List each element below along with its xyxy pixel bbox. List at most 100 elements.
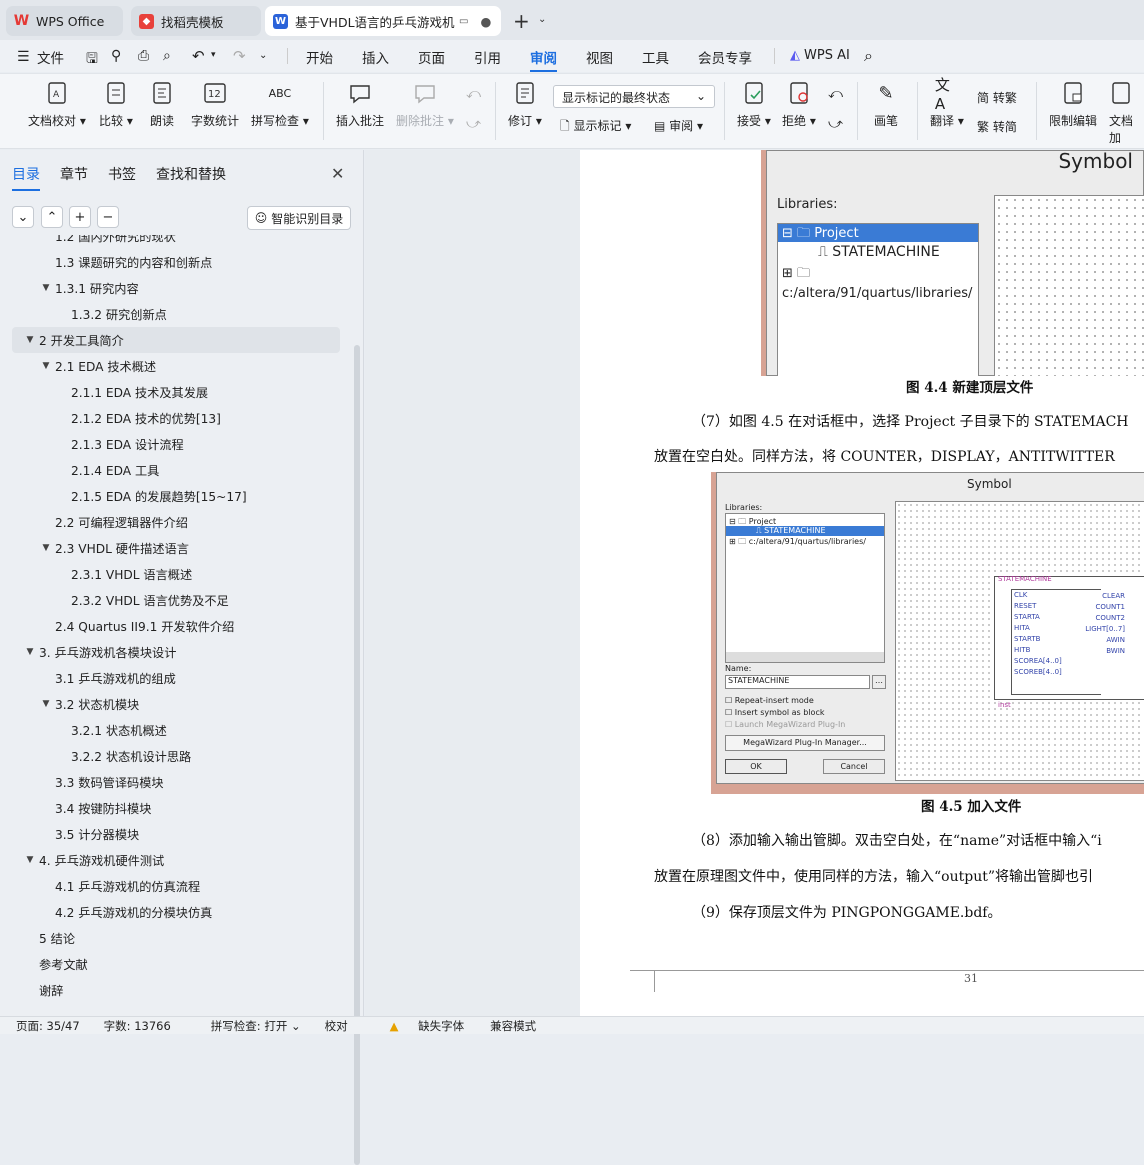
toc-item[interactable]: 3.4 按键防抖模块 bbox=[0, 795, 352, 821]
accept-button[interactable]: 接受 ▾ bbox=[737, 80, 771, 129]
cancel-button[interactable]: Cancel bbox=[823, 759, 885, 774]
toc-item[interactable]: 4.1 乒乓游戏机的仿真流程 bbox=[0, 873, 352, 899]
quick-access-chevron-icon[interactable]: ⌄ bbox=[259, 50, 267, 61]
collapse-up-button[interactable]: ⌃ bbox=[41, 206, 63, 228]
review-pane-button[interactable]: ▤ 审阅 ▾ bbox=[654, 117, 703, 134]
toc-item[interactable]: ▼ 4. 乒乓游戏机硬件测试 bbox=[0, 847, 352, 873]
doc-encrypt-button[interactable]: 文档加 bbox=[1109, 80, 1144, 146]
browse-button[interactable]: … bbox=[872, 675, 886, 689]
wps-ai-button[interactable]: ◭ WPS AI bbox=[790, 48, 850, 63]
toc-item[interactable]: ▼ 3.2 状态机模块 bbox=[0, 691, 352, 717]
spell-check-button[interactable]: ABC 拼写检查 ▾ bbox=[251, 80, 309, 129]
expand-triangle-icon[interactable]: ▼ bbox=[24, 855, 36, 865]
toc-item[interactable]: 5 结论 bbox=[0, 925, 352, 951]
repeat-insert-checkbox[interactable]: ☐ Repeat-insert mode bbox=[725, 696, 814, 705]
document-page[interactable]: Symbol Libraries: ⊟ 🗀 Project ⎍ STATEMAC… bbox=[580, 150, 1144, 1016]
menu-review[interactable]: 审阅 bbox=[530, 47, 557, 72]
menu-reference[interactable]: 引用 bbox=[474, 47, 501, 67]
insert-comment-button[interactable]: 插入批注 bbox=[336, 80, 384, 129]
expand-triangle-icon[interactable]: ▼ bbox=[40, 699, 52, 709]
toc-item[interactable]: 2.1.4 EDA 工具 bbox=[0, 457, 352, 483]
toc-item[interactable]: ▼ 1.3.1 研究内容 bbox=[0, 275, 352, 301]
close-icon[interactable]: ✕ bbox=[331, 164, 344, 183]
toc-item[interactable]: 3.3 数码管译码模块 bbox=[0, 769, 352, 795]
menu-page[interactable]: 页面 bbox=[418, 47, 445, 67]
status-words[interactable]: 字数: 13766 bbox=[104, 1018, 171, 1034]
tab-wps-office[interactable]: W WPS Office bbox=[6, 6, 123, 36]
undo-icon[interactable]: ↶ bbox=[192, 47, 205, 65]
toc-item[interactable]: ▼ 2.3 VHDL 硬件描述语言 bbox=[0, 535, 352, 561]
toc-item[interactable]: ▼ 2 开发工具简介 bbox=[12, 327, 340, 353]
new-tab-button[interactable]: + bbox=[513, 9, 530, 33]
tab-chapters[interactable]: 章节 bbox=[60, 164, 88, 191]
menu-start[interactable]: 开始 bbox=[306, 47, 333, 67]
word-count-button[interactable]: 12 字数统计 bbox=[191, 80, 239, 129]
tab-current-document[interactable]: W 基于VHDL语言的乒乓游戏机的 ▭ ● bbox=[265, 6, 501, 36]
tab-toc[interactable]: 目录 bbox=[12, 164, 40, 191]
save-icon[interactable]: 🖫 bbox=[86, 48, 98, 72]
tree-item-statemachine[interactable]: ⎍ STATEMACHINE bbox=[818, 244, 940, 260]
prev-change-icon[interactable]: ⤺ bbox=[828, 86, 843, 102]
expand-down-button[interactable]: ⌄ bbox=[12, 206, 34, 228]
toc-item[interactable]: 2.3.2 VHDL 语言优势及不足 bbox=[0, 587, 352, 613]
read-aloud-button[interactable]: 朗读 bbox=[150, 80, 174, 129]
share-icon[interactable]: ⚲ bbox=[111, 48, 121, 64]
doc-check-button[interactable]: A 文档校对 ▾ bbox=[28, 80, 86, 129]
name-input[interactable]: STATEMACHINE bbox=[725, 675, 870, 689]
toc-item[interactable]: 1.2 国内外研究的现状 bbox=[0, 235, 352, 249]
to-traditional-button[interactable]: 简 转繁 bbox=[977, 89, 1017, 106]
status-proofread[interactable]: 校对 bbox=[325, 1018, 348, 1034]
toc-item[interactable]: 2.4 Quartus II9.1 开发软件介绍 bbox=[0, 613, 352, 639]
status-missing-font[interactable]: ▲ 缺失字体 bbox=[374, 1018, 465, 1034]
prev-comment-icon[interactable]: ⤺ bbox=[466, 86, 481, 102]
menu-insert[interactable]: 插入 bbox=[362, 47, 389, 67]
revise-button[interactable]: 修订 ▾ bbox=[508, 80, 542, 129]
hamburger-icon[interactable]: ☰ bbox=[17, 49, 30, 65]
menu-view[interactable]: 视图 bbox=[586, 47, 613, 67]
toc-item[interactable]: 参考文献 bbox=[0, 951, 352, 977]
tree-item-project[interactable]: ⊟ 🗀 Project bbox=[778, 224, 978, 242]
restrict-edit-button[interactable]: 限制编辑 bbox=[1049, 80, 1097, 129]
expand-triangle-icon[interactable]: ▼ bbox=[24, 647, 36, 657]
add-heading-button[interactable]: + bbox=[69, 206, 91, 228]
search-icon[interactable]: ⌕ bbox=[864, 46, 873, 66]
pen-button[interactable]: ✎ 画笔 bbox=[874, 80, 898, 129]
megawizard-button[interactable]: MegaWizard Plug-In Manager... bbox=[725, 735, 885, 751]
status-page[interactable]: 页面: 35/47 bbox=[16, 1018, 80, 1034]
toc-item[interactable]: 2.1.1 EDA 技术及其发展 bbox=[0, 379, 352, 405]
toc-item[interactable]: 3.5 计分器模块 bbox=[0, 821, 352, 847]
toc-item[interactable]: 4.2 乒乓游戏机的分模块仿真 bbox=[0, 899, 352, 925]
tab-docer[interactable]: ◆ 找稻壳模板 bbox=[131, 6, 261, 36]
print-icon[interactable]: ⎙ bbox=[138, 48, 149, 64]
to-simplified-button[interactable]: 繁 转简 bbox=[977, 118, 1017, 135]
tab-list-chevron-icon[interactable]: ⌄ bbox=[538, 14, 546, 25]
menu-file[interactable]: 文件 bbox=[37, 47, 64, 67]
toc-item[interactable]: 2.1.5 EDA 的发展趋势[15~17] bbox=[0, 483, 352, 509]
toc-item[interactable]: ▼ 2.1 EDA 技术概述 bbox=[0, 353, 352, 379]
toc-item[interactable]: ▼ 3. 乒乓游戏机各模块设计 bbox=[0, 639, 352, 665]
show-markup-button[interactable]: 🗋 显示标记 ▾ bbox=[560, 117, 631, 138]
tab-bookmarks[interactable]: 书签 bbox=[108, 164, 136, 191]
expand-triangle-icon[interactable]: ▼ bbox=[40, 283, 52, 293]
tree-item-statemachine[interactable]: ⎍ STATEMACHINE bbox=[726, 526, 884, 536]
undo-dropdown-icon[interactable]: ▾ bbox=[211, 50, 216, 60]
tab-find-replace[interactable]: 查找和替换 bbox=[156, 164, 226, 191]
next-change-icon[interactable]: ⤻ bbox=[828, 116, 843, 132]
toc-item[interactable]: 3.2.1 状态机概述 bbox=[0, 717, 352, 743]
ok-button[interactable]: OK bbox=[725, 759, 787, 774]
toc-item[interactable]: 3.1 乒乓游戏机的组成 bbox=[0, 665, 352, 691]
reject-button[interactable]: 拒绝 ▾ bbox=[782, 80, 816, 129]
menu-member[interactable]: 会员专享 bbox=[698, 47, 752, 67]
toc-item[interactable]: 2.1.3 EDA 设计流程 bbox=[0, 431, 352, 457]
markup-state-select[interactable]: 显示标记的最终状态 ⌄ bbox=[553, 85, 715, 108]
status-spell-check[interactable]: 拼写检查: 打开 ⌄ bbox=[195, 1018, 301, 1034]
toc-item[interactable]: 1.3.2 研究创新点 bbox=[0, 301, 352, 327]
launch-megawizard-checkbox[interactable]: ☐ Launch MegaWizard Plug-In bbox=[725, 720, 845, 729]
toc-item[interactable]: 2.2 可编程逻辑器件介绍 bbox=[0, 509, 352, 535]
tree-hscrollbar[interactable] bbox=[726, 652, 884, 662]
remove-heading-button[interactable]: − bbox=[97, 206, 119, 228]
toc-item[interactable]: 3.2.2 状态机设计思路 bbox=[0, 743, 352, 769]
toc-item[interactable]: 谢辞 bbox=[0, 977, 352, 1003]
next-comment-icon[interactable]: ⤻ bbox=[466, 116, 481, 132]
tree-item-libraries[interactable]: ⊞ 🗀 c:/altera/91/quartus/libraries/ bbox=[729, 536, 866, 550]
